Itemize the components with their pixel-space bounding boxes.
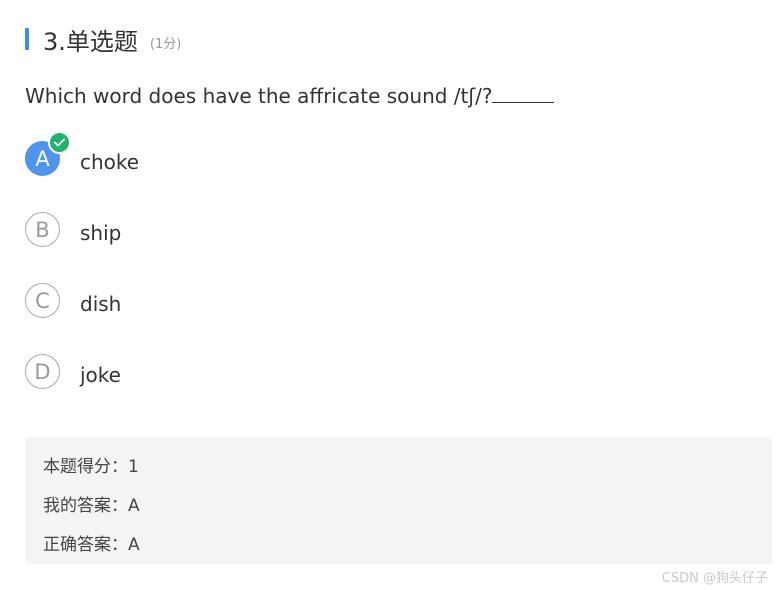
answer-blank [492, 84, 555, 103]
option-d-letter: D [34, 359, 51, 384]
question-title: 3.单选题 [43, 27, 138, 56]
option-a-text: choke [80, 150, 140, 174]
my-answer-line: 我的答案：A [43, 496, 140, 516]
accent-bar [25, 28, 29, 50]
option-b-letter: B [35, 217, 50, 242]
my-answer-value: A [128, 496, 140, 516]
correct-answer-value: A [128, 535, 140, 555]
option-b[interactable]: B ship [25, 212, 425, 252]
watermark: CSDN @狗头仔子 [661, 571, 768, 586]
option-b-text: ship [80, 221, 122, 245]
question-stem-text: Which word does have the affricate sound… [25, 84, 493, 108]
option-d[interactable]: D joke [25, 354, 425, 394]
correct-answer-label: 正确答案 [43, 535, 111, 555]
option-c[interactable]: C dish [25, 283, 425, 323]
question-stem: Which word does have the affricate sound… [25, 84, 555, 108]
score-line: 本题得分：1 [43, 457, 139, 477]
option-c-circle[interactable]: C [25, 283, 60, 318]
score-value: 1 [128, 457, 139, 477]
option-c-text: dish [80, 292, 122, 316]
question-score: (1分) [149, 36, 182, 52]
option-b-circle[interactable]: B [25, 212, 60, 247]
score-label: 本题得分 [43, 457, 111, 477]
question-header: 3.单选题 (1分) [25, 26, 182, 56]
checkmark-icon [48, 131, 71, 154]
option-d-text: joke [80, 363, 121, 387]
option-c-letter: C [35, 288, 50, 313]
option-d-circle[interactable]: D [25, 354, 60, 389]
result-panel: 本题得分：1 我的答案：A 正确答案：A [25, 437, 772, 564]
my-answer-label: 我的答案 [43, 496, 111, 516]
correct-answer-line: 正确答案：A [43, 535, 140, 555]
option-a-letter: A [35, 146, 50, 171]
option-a[interactable]: A choke [25, 131, 425, 181]
